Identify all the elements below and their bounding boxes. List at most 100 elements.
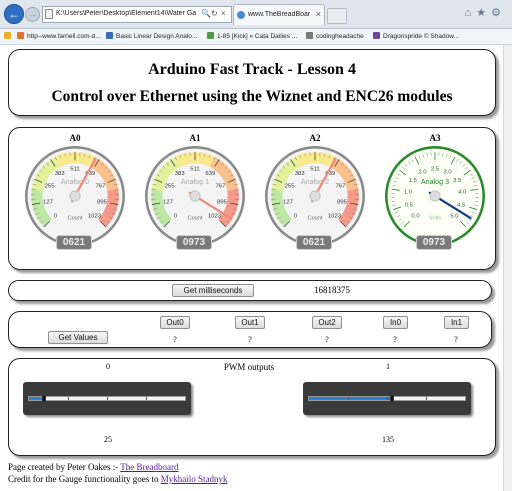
pwm-panel: 0 PWM outputs 1 25 135 [8,358,496,456]
favorite-icon [207,32,214,39]
favorite-link-1[interactable]: Basic Linear Design Analo... [106,32,204,42]
pwm-slider-0[interactable] [23,382,191,415]
gauge-tick-label: 1023 [328,214,342,220]
gauge-tick-label: 255 [45,184,56,190]
out0-value: ? [173,335,177,344]
favorite-link-2[interactable]: 1-85 [Kick] « Cata Dailies ... [207,32,303,42]
slider-handle[interactable] [389,395,394,402]
out0-button[interactable]: Out0 [160,316,190,329]
slider-handle[interactable] [42,395,47,402]
gauge-tick-label: 767 [216,184,226,190]
close-tab-icon[interactable]: × [316,9,321,19]
gauge-a1: 01272553835116397678951023Analog 1Count [145,146,245,246]
forward-arrow-icon[interactable]: → [25,7,40,22]
thebreadboard-link[interactable]: The Breadboard [120,462,178,472]
stop-icon[interactable]: × [221,9,226,18]
get-milliseconds-button[interactable]: Get milliseconds [172,284,254,297]
gauge-tick-label: 383 [175,171,186,177]
slider-tick [348,397,349,400]
gauge-tick-label: 895 [217,199,228,205]
io-panel: Out0 Out1 Out2 In0 In1 Get Values ? ? ? … [8,311,492,348]
gauge-tick-label: 511 [190,167,199,173]
gauge-tick-label: 1023 [208,214,222,220]
out2-button[interactable]: Out2 [312,316,342,329]
gauge-label-a2: A2 [309,133,321,143]
header-panel: Arduino Fast Track - Lesson 4 Control ov… [8,49,496,116]
out1-button[interactable]: Out1 [235,316,265,329]
slider-tick [426,397,427,400]
gauge-tick-label: 4.0 [458,190,467,196]
home-icon[interactable]: ⌂ [465,7,477,19]
favorite-link-3[interactable]: codingheadache [306,32,370,42]
gauge-label-a1: A1 [189,133,201,143]
gauge-tick-label: 1.5 [409,178,418,184]
gauge-tick-label: 895 [97,199,108,205]
address-bar[interactable]: K:\Users\Peter\Desktop\Element14\Water G… [42,6,232,23]
in0-button[interactable]: In0 [383,316,408,329]
gauge-tick-label: 3.0 [443,170,452,176]
slider-tick [387,397,388,400]
gauge-tick-label: 895 [337,199,348,205]
favorite-icon [17,32,24,39]
in1-button[interactable]: In1 [444,316,469,329]
gauge-tick-label: 767 [336,184,346,190]
milliseconds-value: 16818375 [314,285,350,295]
gauge-tick-label: 4.5 [457,203,466,209]
gauge-tick-label: 127 [43,199,53,205]
gauge-hub [429,190,441,202]
milliseconds-panel: Get milliseconds 16818375 [8,280,492,301]
gauge-tick-label: 0.0 [411,214,420,220]
pwm-value-1: 135 [382,435,394,444]
gauge-tick-label: 639 [205,171,215,177]
mykhailo-stadnyk-link[interactable]: Mykhailo Stadnyk [161,474,228,484]
gauge-tick-label: 2.5 [431,167,440,173]
gauge-tick-label: 383 [55,171,66,177]
gauge-tick-label: 511 [70,167,79,173]
slider-track[interactable] [308,395,466,402]
back-arrow-icon[interactable]: ← [4,4,24,24]
search-icon[interactable]: 🔍 [201,9,211,18]
slider-tick [107,397,108,400]
gauge-a3: 0.0 0.5 1.0 1.52.0 2.53.03.5 4.0 4.5 5.0 Analog … [385,146,485,246]
gauge-readout-a1: 0973 [176,235,212,250]
gauge-tick-label: 255 [165,184,176,190]
new-tab-button[interactable] [327,8,347,24]
page-icon [45,9,53,19]
gauge-tick-label: 1023 [88,214,102,220]
gauge-readout-a3: 0973 [416,235,452,250]
tab-thebreadboard[interactable]: www.TheBreadBoard.ca - A... × [233,4,325,25]
pwm-value-0: 25 [104,435,112,444]
slider-fill [309,397,392,400]
page-subtitle: Control over Ethernet using the Wiznet a… [51,88,453,105]
refresh-icon[interactable]: ↻ [211,9,218,18]
gauge-tick-label: 127 [163,199,173,205]
favorite-link-4[interactable]: Dragonspride © Shadow... [373,32,499,42]
settings-gear-icon[interactable]: ⚙ [491,7,506,19]
gauge-tick-label: 2.0 [418,170,427,176]
pwm-channel-1-label: 1 [386,362,390,371]
vertical-scrollbar[interactable] [503,45,512,491]
gauge-readout-a0: 0621 [56,235,92,250]
gauge-label-a3: A3 [429,133,441,143]
pwm-slider-1[interactable] [303,382,471,415]
gauges-panel: A0 A1 A2 A3 0 127 255 383 511 639 767 895 1023 An… [8,127,496,270]
address-url[interactable]: K:\Users\Peter\Desktop\Element14\Water G… [56,10,196,20]
get-values-button[interactable]: Get Values [48,331,108,344]
pwm-title: PWM outputs [223,362,275,372]
credits: Page created by Peter Oakes :- The Bread… [8,461,227,485]
gauge-unit: Volts [429,215,441,221]
credit-line-2: Credit for the Gauge functionality goes … [8,474,228,484]
favorites-bar: http--www.farnell.com-d... Basic Linear … [0,29,512,45]
favorites-star-icon[interactable]: ★ [476,7,491,19]
page-title: Arduino Fast Track - Lesson 4 [148,61,356,78]
gauge-tick-label: 767 [96,184,106,190]
pwm-channel-0-label: 0 [106,362,110,371]
gauge-tick-label: 5.0 [450,214,459,220]
out2-value: ? [325,335,329,344]
out1-value: ? [248,335,252,344]
slider-track[interactable] [28,395,186,402]
gauge-tick-label: 3.5 [453,178,462,184]
browser-toolbar: ← → K:\Users\Peter\Desktop\Element14\Wat… [0,0,512,29]
favorite-link-0[interactable]: http--www.farnell.com-d... [17,32,103,42]
favorites-star-icon[interactable] [4,32,13,42]
